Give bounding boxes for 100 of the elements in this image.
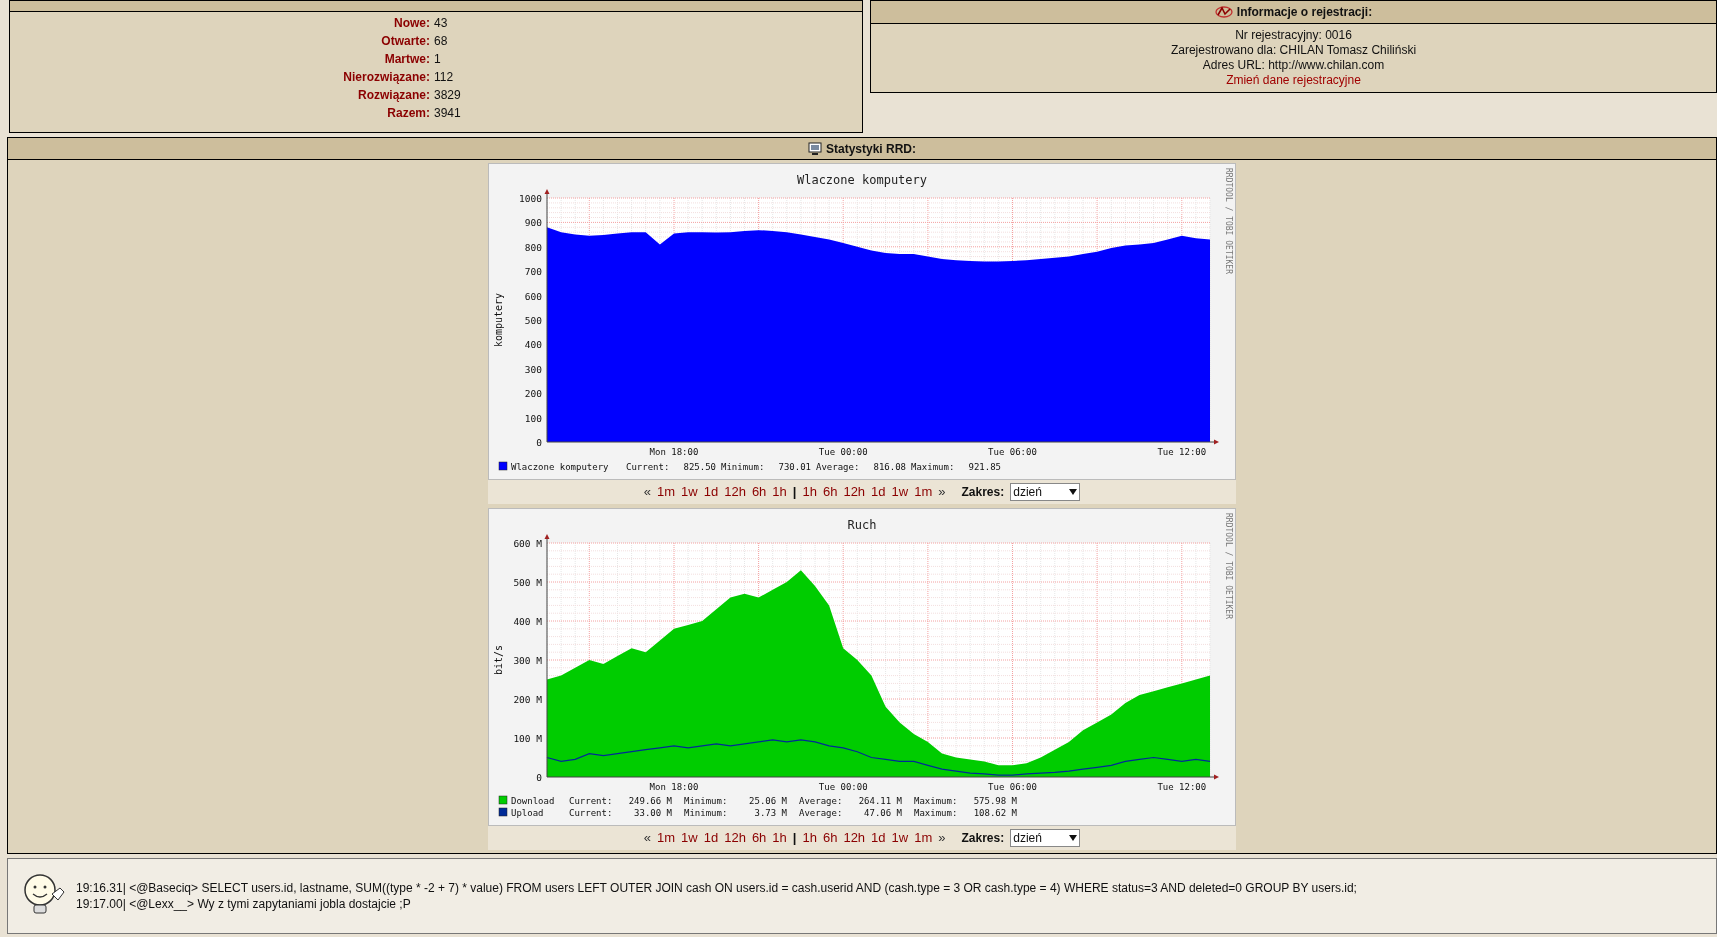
y-tick-label: 500 [524,314,542,326]
range-link[interactable]: 1w [891,482,909,502]
range-link[interactable]: 6h [751,482,767,502]
panel-title: Statystyki RRD: [826,140,916,158]
computer-icon [808,141,822,156]
range-link[interactable]: 12h [843,482,866,502]
range-select[interactable]: dzień [1010,483,1081,501]
y-tick-label: 300 [524,363,542,375]
legend-stat-value: 3.73 M [754,808,787,818]
arrow-text: » [938,829,946,848]
edit-registration-link[interactable]: Zmień dane rejestracyjne [1226,73,1361,88]
legend-stat-name: Minimum: [684,808,728,818]
range-link[interactable]: 12h [724,482,746,502]
range-link[interactable]: 1w [891,828,909,848]
range-link[interactable]: 1m [657,482,676,502]
range-link[interactable]: 1m [914,828,933,848]
info-text: Zarejestrowano dla: CHILAN Tomasz Chiliński [1170,43,1417,58]
y-tick-label: 100 [524,412,542,424]
legend-label: Download [511,796,555,806]
range-link[interactable]: 1d [871,828,886,848]
range-select[interactable]: dzień [1010,829,1081,847]
range-link[interactable]: 1w [681,828,698,848]
legend-stat-value: 264.11 M [858,796,902,806]
y-tick-label: 400 M [513,615,542,627]
arrow-text: « [643,829,652,848]
y-tick-label: 200 M [513,693,542,705]
info-text: Nr rejestracyjny: 0016 [1235,28,1352,43]
range-link[interactable]: 1h [772,482,787,502]
stat-value: 68 [434,33,448,50]
range-link[interactable]: 1h [802,482,817,502]
stat-label: Martwe: [383,51,431,68]
legend-stat-value: 47.06 M [864,808,902,818]
x-tick-label: Tue 00:00 [818,782,868,792]
axis-label: komputery [493,292,504,348]
legend-stat-name: Current: [626,462,670,472]
x-tick-label: Mon 18:00 [649,447,699,457]
legend-stat-name: Average: [799,796,843,806]
range-link[interactable]: 6h [822,482,838,502]
legend-stat-value: 921.85 [968,462,1001,472]
x-tick-label: Tue 06:00 [988,782,1037,792]
x-tick-label: Tue 06:00 [988,447,1037,457]
x-tick-label: Tue 12:00 [1157,447,1207,457]
legend-stat-name: Maximum: [911,462,955,472]
legend-stat-name: Average: [816,462,860,472]
legend-stat-name: Minimum: [721,462,765,472]
y-tick-label: 800 [524,241,542,253]
y-tick-label: 300 M [513,654,542,666]
stat-label: Nowe: [393,15,431,32]
x-tick-label: Mon 18:00 [649,782,699,792]
caret-icon [1069,835,1078,841]
legend-stat-name: Maximum: [914,796,958,806]
legend-stat-name: Average: [799,808,843,818]
panel-title: Informacje o rejestracji: [1236,4,1373,21]
range-link[interactable]: 6h [751,828,767,848]
range-link[interactable]: 12h [843,828,866,848]
x-tick-label: Tue 00:00 [818,447,868,457]
y-tick-label: 100 M [513,732,542,744]
credit-text: RRDTOOL / TOBI OETIKER [1224,168,1233,274]
range-link[interactable]: 1m [914,482,933,502]
legend-stat-value: 816.08 [873,462,906,472]
logo-icon [1214,5,1233,19]
legend-stat-name: Current: [569,808,613,818]
y-tick-label: 900 [524,216,542,228]
range-link[interactable]: 1d [703,828,719,848]
y-tick-label: 200 [524,387,542,399]
legend-stat-value: 25.06 M [749,796,787,806]
range-link[interactable]: 1w [681,482,698,502]
stat-value: 3829 [434,87,461,104]
range-label: Zakres: [961,830,1005,847]
legend-stat-value: 575.98 M [973,796,1017,806]
range-link[interactable]: 1m [657,828,676,848]
legend-stat-value: 108.62 M [973,808,1017,818]
arrow-text: » [938,483,946,502]
stat-label: Rozwiązane: [357,87,431,104]
stat-label: Otwarte: [380,33,431,50]
y-tick-label: 500 M [513,576,542,588]
y-tick-label: 0 [536,436,542,448]
range-link[interactable]: 6h [822,828,838,848]
legend-stat-value: 249.66 M [628,796,672,806]
legend-stat-name: Maximum: [914,808,958,818]
chart-title: Wlaczone komputery [797,173,927,187]
x-tick-label: Tue 12:00 [1157,782,1207,792]
chart-title: Ruch [847,518,877,532]
range-link[interactable]: 1d [703,482,719,502]
range-link[interactable]: 1d [871,482,886,502]
legend-stat-name: Current: [569,796,613,806]
range-link[interactable]: 12h [724,828,746,848]
y-tick-label: 400 [524,338,542,350]
y-tick-label: 600 [524,290,542,302]
axis-label: bit/s [493,644,504,676]
chat-message: 19:16.31| <@Baseciq> SELECT users.id, lastname, SUM((type * -2 + 7) * value) FROM users LEFT OUTER JOIN cash ON users.id = cash.userid AND (cash.type = 3 OR cash.type = 4) WHERE status=3 AND deleted=0 GROUP BY users.id; [76,880,1357,896]
arrow-text: « [643,483,652,502]
range-link[interactable]: 1h [802,828,817,848]
legend-stat-name: Minimum: [684,796,728,806]
stat-value: 112 [434,69,454,86]
y-tick-label: 600 M [513,537,542,549]
legend-label: Upload [511,808,544,818]
range-link[interactable]: 1h [772,828,787,848]
stat-label: Razem: [386,105,431,122]
y-tick-label: 1000 [519,192,542,204]
